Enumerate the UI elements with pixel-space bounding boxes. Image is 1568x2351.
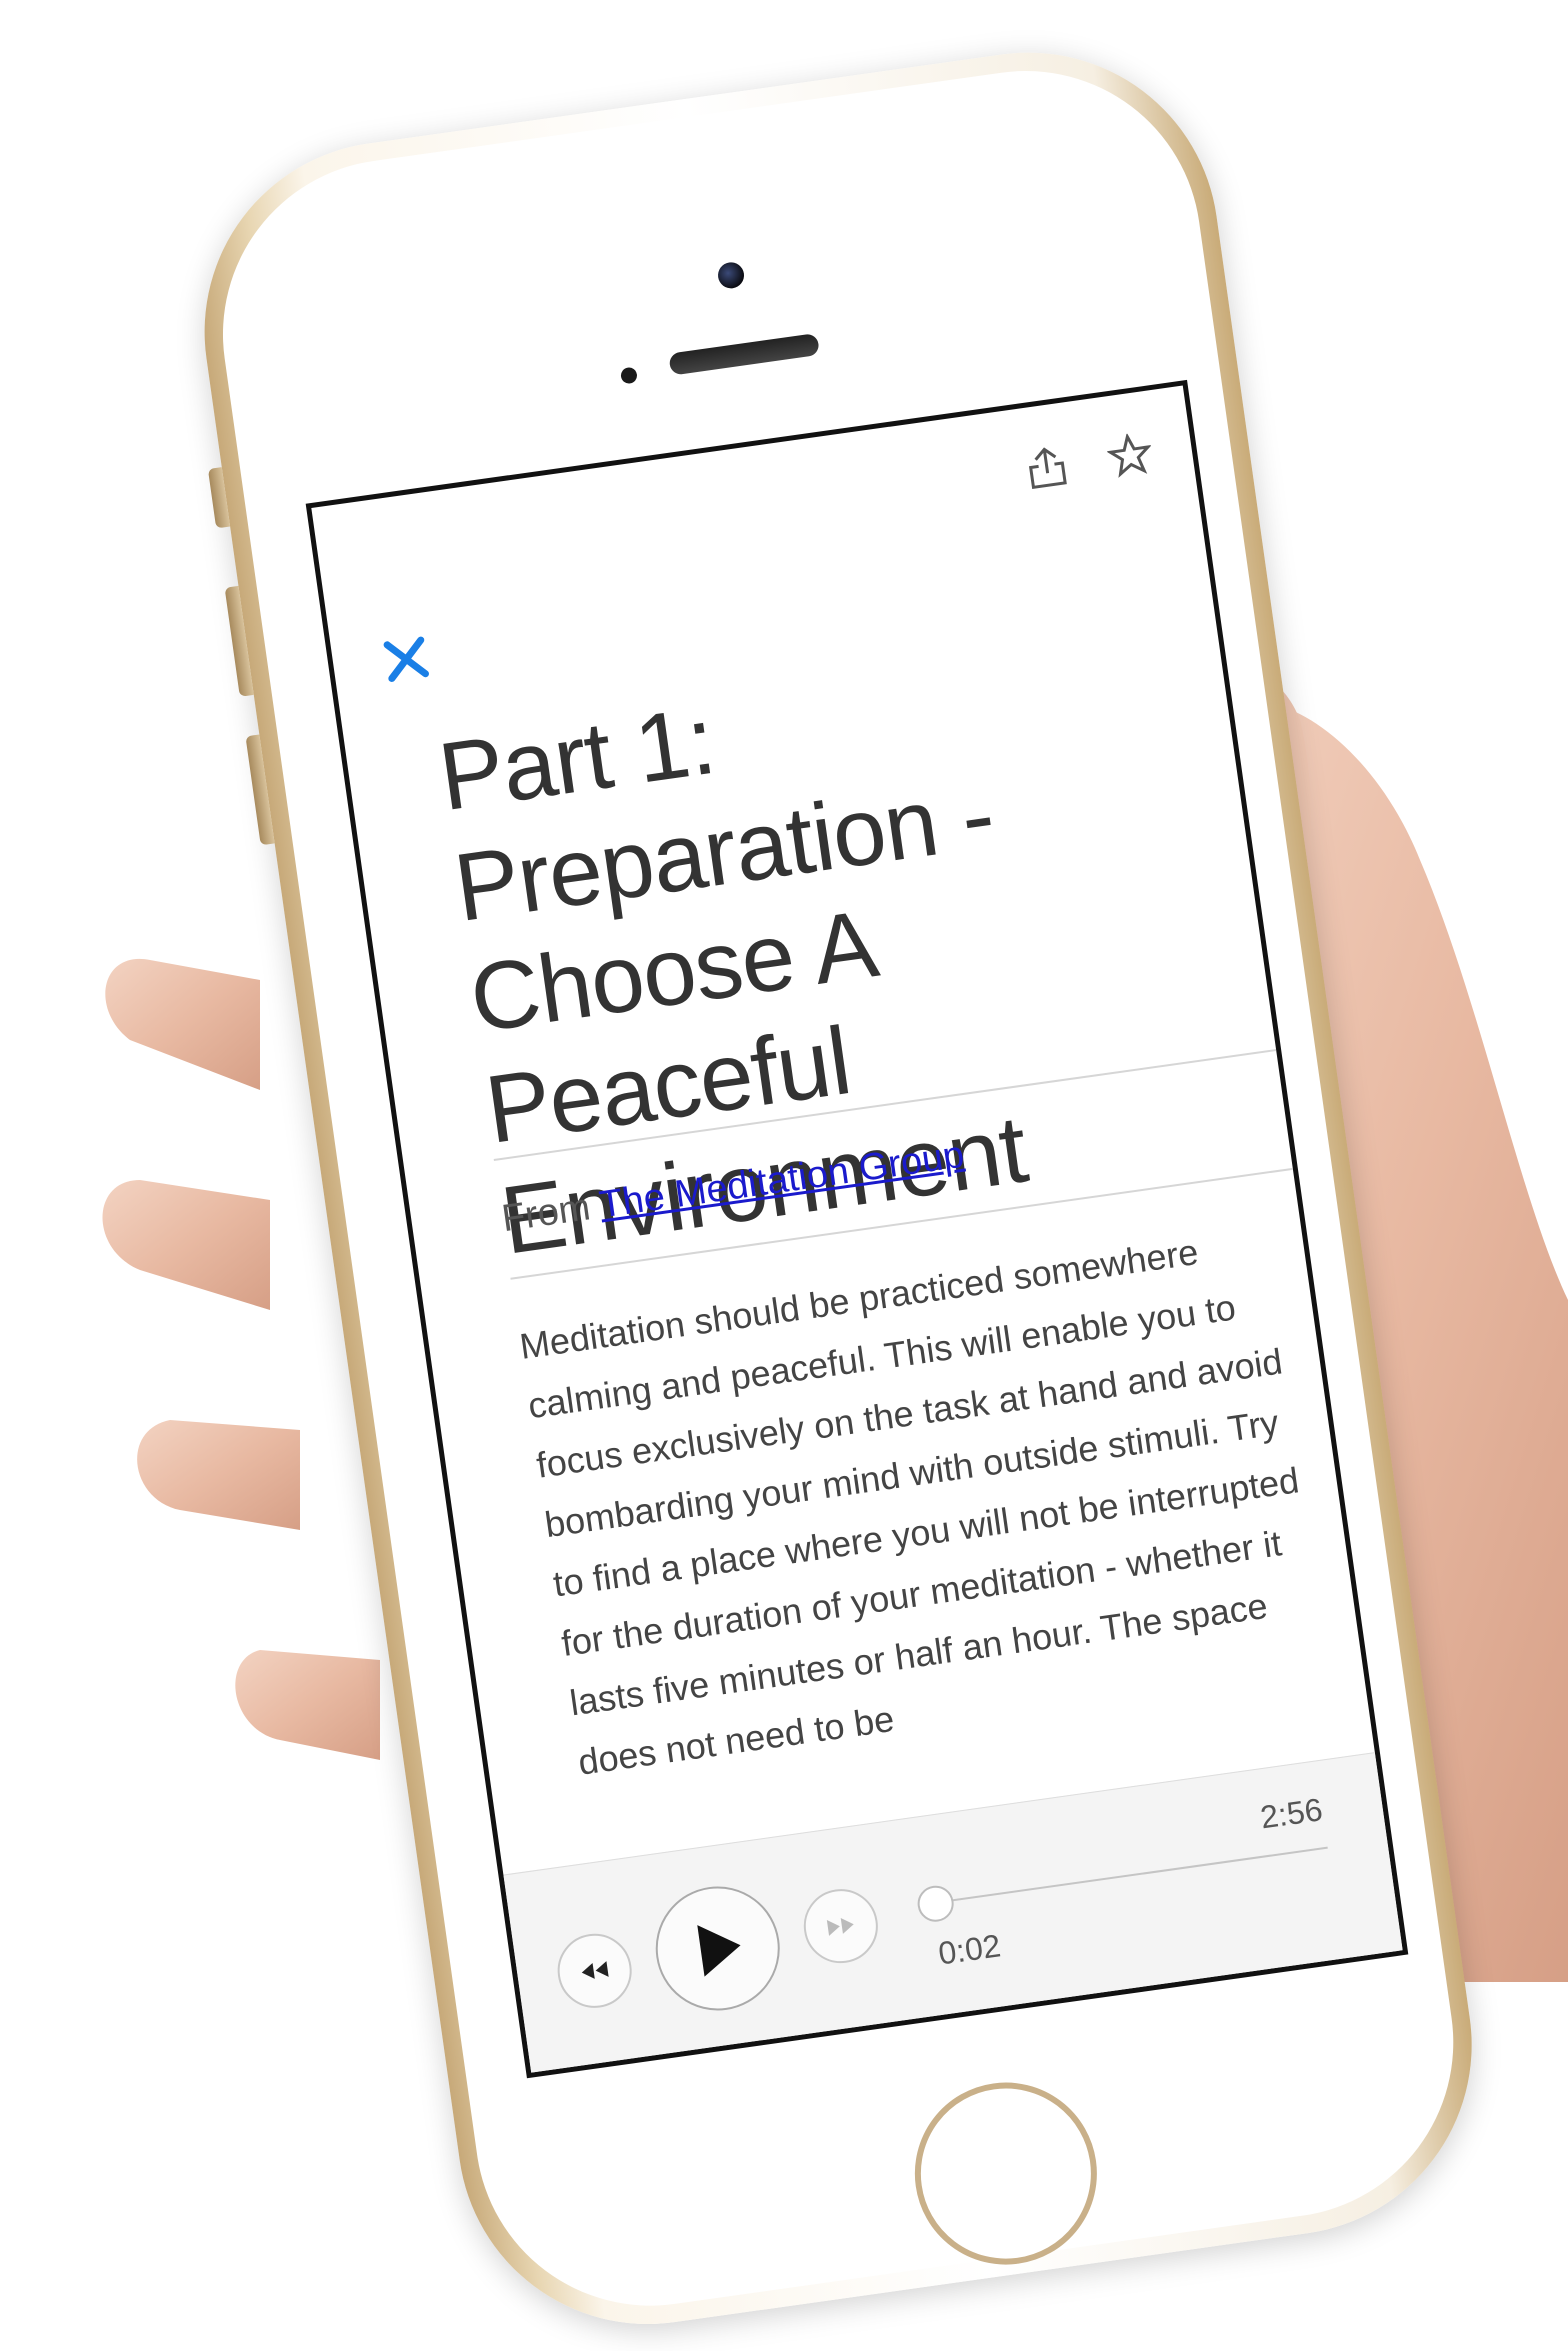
progress-knob[interactable]	[915, 1883, 957, 1924]
volume-down-button	[245, 734, 275, 846]
phone-face: Part 1: Preparation - Choose A Peaceful …	[200, 48, 1476, 2329]
app-screen: Part 1: Preparation - Choose A Peaceful …	[305, 379, 1409, 2079]
current-time: 0:02	[936, 1927, 1003, 1972]
play-icon	[697, 1925, 741, 1977]
total-time: 2:56	[1258, 1791, 1325, 1836]
rewind-button[interactable]	[552, 1929, 637, 2013]
home-button	[903, 2070, 1109, 2277]
phone-body: Part 1: Preparation - Choose A Peaceful …	[180, 28, 1497, 2349]
star-icon[interactable]	[1105, 431, 1155, 481]
phone-device: Part 1: Preparation - Choose A Peaceful …	[40, 10, 1540, 2349]
play-button[interactable]	[647, 1878, 788, 2019]
proximity-sensor	[619, 366, 639, 385]
earpiece-speaker	[668, 332, 820, 376]
fast-forward-button[interactable]	[799, 1884, 883, 1968]
close-icon[interactable]	[380, 633, 432, 685]
article-body: Meditation should be practiced somewhere…	[517, 1231, 1302, 1783]
audio-player: 0:02 2:56	[503, 1752, 1403, 2074]
progress-track[interactable]	[931, 1846, 1328, 1905]
fast-forward-icon	[826, 1918, 854, 1936]
volume-up-button	[224, 585, 254, 697]
share-icon[interactable]	[1022, 442, 1072, 492]
rewind-icon	[581, 1961, 609, 1979]
top-toolbar	[1022, 431, 1155, 492]
mute-switch	[207, 467, 231, 529]
front-camera	[716, 260, 746, 291]
